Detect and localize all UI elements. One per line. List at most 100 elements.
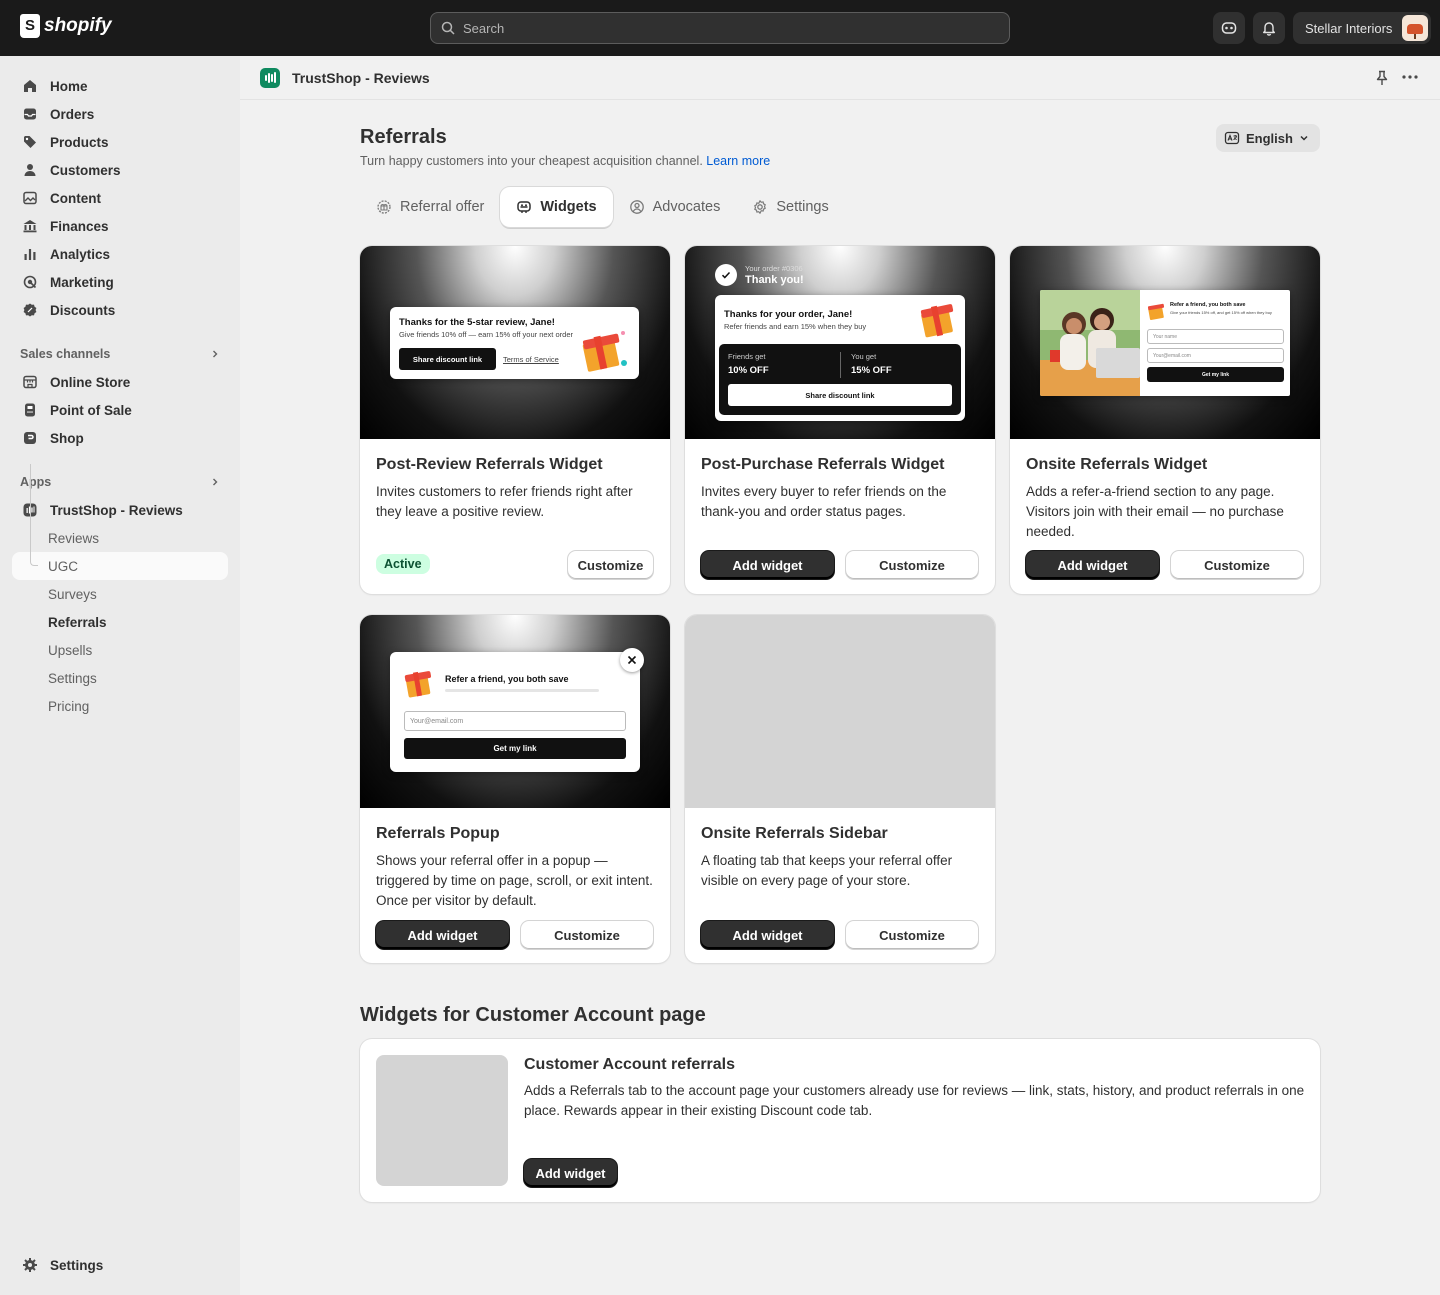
- section-label: Apps: [20, 475, 52, 489]
- widget-description: Shows your referral offer in a popup — t…: [376, 853, 653, 908]
- apps-header[interactable]: Apps: [20, 472, 220, 492]
- customize-button[interactable]: Customize: [521, 921, 653, 949]
- notifications-button[interactable]: [1253, 12, 1285, 44]
- sidebar-item-home[interactable]: Home: [12, 72, 228, 100]
- add-widget-button[interactable]: Add widget: [701, 921, 834, 949]
- person-circle-icon: [629, 200, 644, 214]
- widget-description: Adds a refer-a-friend section to any pag…: [1026, 484, 1284, 539]
- sidebar-item-orders[interactable]: Orders: [12, 100, 228, 128]
- sidebar-item-marketing[interactable]: Marketing: [12, 268, 228, 296]
- preview-popup: Thanks for the 5-star review, Jane! Give…: [390, 307, 639, 379]
- shopify-bag-icon: [20, 14, 40, 38]
- customize-button[interactable]: Customize: [846, 551, 978, 579]
- sidebar-item-online-store[interactable]: Online Store: [12, 368, 228, 396]
- shop-icon: [22, 430, 38, 446]
- preview-share-button: Share discount link: [399, 348, 496, 370]
- learn-more-link[interactable]: Learn more: [706, 154, 770, 168]
- sidekick-button[interactable]: [1213, 12, 1245, 44]
- customize-button[interactable]: Customize: [846, 921, 978, 949]
- sidebar-item-trustshop[interactable]: TrustShop - Reviews: [12, 496, 228, 524]
- store-menu-button[interactable]: Stellar Interiors: [1293, 12, 1431, 44]
- gift-icon: [920, 304, 954, 338]
- chevron-right-icon: [213, 478, 218, 486]
- tag-icon: [22, 134, 38, 150]
- target-icon: [22, 274, 38, 290]
- add-widget-button[interactable]: Add widget: [376, 921, 509, 949]
- nav-label: Online Store: [50, 374, 131, 390]
- close-icon: [620, 648, 644, 672]
- sidebar-item-analytics[interactable]: Analytics: [12, 240, 228, 268]
- preview-text: Refer friends and earn 15% when they buy: [724, 322, 867, 331]
- nav-label: Products: [50, 134, 109, 150]
- sidebar-subitem-pricing[interactable]: Pricing: [48, 692, 89, 720]
- add-widget-button[interactable]: Add widget: [701, 551, 834, 579]
- shopify-logo[interactable]: shopify: [20, 14, 112, 38]
- tab-advocates[interactable]: Advocates: [613, 187, 737, 227]
- search-bar[interactable]: [430, 12, 1010, 44]
- inbox-icon: [22, 106, 38, 122]
- tab-bar: Referral offer Widgets Advocates Settings: [360, 186, 845, 228]
- preview-email-input: Your@email.com: [1147, 348, 1284, 363]
- app-title: TrustShop - Reviews: [292, 69, 430, 86]
- nav-label: Discounts: [50, 302, 116, 318]
- widget-icon: [517, 201, 532, 213]
- preview-heading: Refer a friend, you both save: [1170, 302, 1246, 308]
- widget-description: Invites customers to refer friends right…: [376, 484, 633, 519]
- image-icon: [22, 190, 38, 206]
- preview-order-number: Your order #0306: [745, 264, 803, 273]
- sidebar-item-point-of-sale[interactable]: Point of Sale: [12, 396, 228, 424]
- person-icon: [22, 162, 38, 178]
- preview-section: Refer a friend, you both save Give your …: [1040, 290, 1290, 396]
- status-badge: Active: [376, 554, 430, 574]
- search-input[interactable]: [463, 20, 963, 36]
- nav-label: Analytics: [50, 246, 111, 262]
- sidebar-item-settings[interactable]: Settings: [12, 1251, 228, 1279]
- widget-preview-placeholder: [685, 615, 995, 808]
- customize-button[interactable]: Customize: [1171, 551, 1303, 579]
- sidebar-subitem-surveys[interactable]: Surveys: [48, 580, 97, 608]
- sidebar-subitem-referrals[interactable]: Referrals: [48, 608, 107, 636]
- sidebar-item-finances[interactable]: Finances: [12, 212, 228, 240]
- preview-get-link-button: Get my link: [1147, 367, 1284, 382]
- nav-label: Finances: [50, 218, 109, 234]
- sidebar-subitem-ugc[interactable]: UGC: [48, 552, 78, 580]
- sidebar-item-products[interactable]: Products: [12, 128, 228, 156]
- customize-button[interactable]: Customize: [568, 551, 653, 579]
- sidebar-item-content[interactable]: Content: [12, 184, 228, 212]
- tree-line: [30, 464, 31, 556]
- photo-friends-laptop: [1040, 290, 1140, 396]
- gift-icon: [1147, 303, 1165, 320]
- sidebar-subitem-settings[interactable]: Settings: [48, 664, 97, 692]
- nav-label: Content: [50, 190, 101, 206]
- sidebar-item-discounts[interactable]: Discounts: [12, 296, 228, 324]
- widget-preview-placeholder: [376, 1055, 508, 1186]
- nav-label: Point of Sale: [50, 402, 132, 418]
- pin-icon[interactable]: [1375, 70, 1389, 86]
- nav-label: Settings: [50, 1257, 104, 1273]
- tab-settings[interactable]: Settings: [736, 187, 844, 227]
- widget-preview: Refer a friend, you both save Give your …: [1010, 246, 1320, 439]
- sidekick-icon: [1221, 22, 1237, 34]
- discount-icon: [22, 302, 38, 318]
- sidebar-subitem-upsells[interactable]: Upsells: [48, 636, 92, 664]
- active-subitem-highlight: [12, 552, 228, 580]
- add-widget-button[interactable]: Add widget: [1026, 551, 1159, 579]
- preview-heading: Thanks for your order, Jane!: [724, 309, 853, 320]
- section-title-customer-account: Widgets for Customer Account page: [360, 1004, 706, 1026]
- nav-label: Orders: [50, 106, 95, 122]
- language-select[interactable]: English: [1216, 124, 1320, 152]
- preview-you-value: 15% OFF: [851, 365, 892, 376]
- sidebar-subitem-reviews[interactable]: Reviews: [48, 524, 99, 552]
- widget-description: Invites every buyer to refer friends on …: [701, 484, 947, 519]
- sidebar-item-shop[interactable]: Shop: [12, 424, 228, 452]
- more-actions-icon[interactable]: [1402, 75, 1418, 79]
- sales-channels-header[interactable]: Sales channels: [20, 344, 220, 364]
- preview-reward-box: Friends get 10% OFF You get 15% OFF Shar…: [719, 344, 961, 415]
- customer-account-card: Customer Account referrals Adds a Referr…: [360, 1039, 1320, 1202]
- tab-widgets[interactable]: Widgets: [500, 187, 613, 227]
- add-widget-button[interactable]: Add widget: [524, 1159, 617, 1187]
- brand-name: shopify: [44, 15, 112, 36]
- sidebar-item-customers[interactable]: Customers: [12, 156, 228, 184]
- tab-referral-offer[interactable]: Referral offer: [360, 187, 500, 227]
- gift-icon: [582, 331, 627, 372]
